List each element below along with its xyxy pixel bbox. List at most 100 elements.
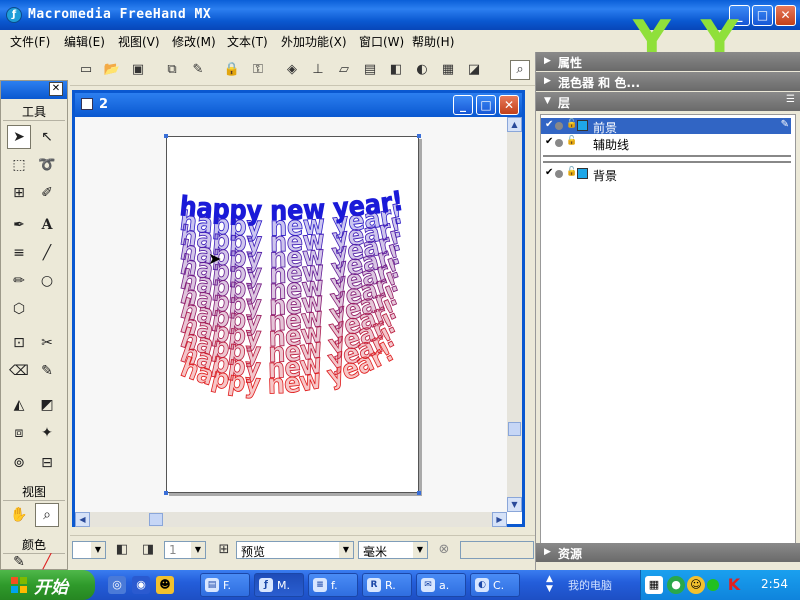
- keyboard-icon[interactable]: ▦: [645, 576, 663, 594]
- visible-check-icon[interactable]: ✔: [545, 136, 553, 147]
- explorer-icon[interactable]: ◎: [108, 576, 126, 594]
- page-nav-dropdown[interactable]: ▼: [72, 541, 106, 559]
- doc-maximize-button[interactable]: □: [476, 95, 496, 115]
- prev-page-icon[interactable]: ◧: [112, 540, 132, 560]
- open-icon[interactable]: 📂: [102, 60, 122, 80]
- pen-tool-icon[interactable]: ✒: [7, 213, 31, 237]
- vertical-scroll-thumb[interactable]: [508, 422, 521, 436]
- export-icon[interactable]: ✎: [188, 60, 208, 80]
- view-mode-dropdown[interactable]: 预览 ▼: [236, 541, 354, 559]
- vertical-scrollbar[interactable]: ▲ ▼: [507, 117, 522, 512]
- cancel-icon[interactable]: ⊗: [434, 540, 454, 560]
- brush-tool-icon[interactable]: ✎: [35, 359, 59, 383]
- graphic-hose-icon[interactable]: ✦: [35, 421, 59, 445]
- layer-color-swatch[interactable]: [577, 168, 588, 179]
- scroll-right-icon[interactable]: ▶: [492, 512, 507, 527]
- menu-file[interactable]: 文件(F): [10, 33, 50, 50]
- antivirus-icon[interactable]: K: [725, 576, 743, 594]
- subselect-tool-icon[interactable]: ↖: [35, 125, 59, 149]
- next-page-icon[interactable]: ◨: [138, 540, 158, 560]
- zoom-tool-icon[interactable]: ⌕: [35, 503, 59, 527]
- status-dot-icon[interactable]: [707, 579, 719, 591]
- lock-icon[interactable]: 🔓: [566, 119, 577, 129]
- menu-text[interactable]: 文本(T): [227, 33, 268, 50]
- page-handle[interactable]: [164, 491, 168, 495]
- doc-close-button[interactable]: ✕: [499, 95, 519, 115]
- mixer-panel-bar[interactable]: ▶ 混色器 和 色...: [536, 72, 800, 91]
- group-icon[interactable]: ◈: [282, 60, 302, 80]
- page-handle[interactable]: [164, 134, 168, 138]
- taskbar-button-realplayer[interactable]: R R.: [362, 573, 412, 597]
- hand-tool-icon[interactable]: ✋: [7, 503, 31, 527]
- horizontal-scroll-thumb[interactable]: [149, 513, 163, 526]
- lock-icon[interactable]: 🔒: [222, 60, 242, 80]
- layer-color-swatch[interactable]: [577, 120, 588, 131]
- import-icon[interactable]: ⧉: [162, 60, 182, 80]
- layer-row-foreground[interactable]: ✔ 🔓 前景 ✎: [541, 118, 791, 135]
- eyedropper-tool-icon[interactable]: ✐: [35, 181, 59, 205]
- taskbar-scroll-icon[interactable]: ▲ ▼: [546, 574, 553, 594]
- layer-row-background[interactable]: ✔ 🔓 背景: [541, 166, 791, 183]
- unlock-icon[interactable]: ⚿: [248, 60, 268, 80]
- taskbar-button-folder[interactable]: ▤ F.: [200, 573, 250, 597]
- add-page-icon[interactable]: ⊞: [214, 540, 234, 560]
- taskbar-button-chat[interactable]: ✉ a.: [416, 573, 466, 597]
- freeform-tool-icon[interactable]: ⊡: [7, 331, 31, 355]
- visible-check-icon[interactable]: ✔: [545, 119, 553, 130]
- scale-tool-icon[interactable]: ⊞: [7, 181, 31, 205]
- blended-text-artwork[interactable]: happy new year!happy new year!happy new …: [167, 137, 420, 494]
- page-number-field[interactable]: 1 ▼: [164, 541, 206, 559]
- taskbar-button-media[interactable]: ◐ C.: [470, 573, 520, 597]
- messenger-icon[interactable]: ●: [667, 576, 685, 594]
- properties-panel-bar[interactable]: ▶ 属性: [536, 52, 800, 71]
- polygon-tool-icon[interactable]: ⬡: [7, 297, 31, 321]
- extrude-tool-icon[interactable]: ◩: [35, 393, 59, 417]
- realplayer-icon[interactable]: ◉: [132, 576, 150, 594]
- envelope-tool-icon[interactable]: ⧈: [7, 421, 31, 445]
- units-dropdown[interactable]: 毫米 ▼: [358, 541, 428, 559]
- scroll-down-icon[interactable]: ▼: [507, 497, 522, 512]
- menu-xtras[interactable]: 外加功能(X): [281, 33, 347, 50]
- chart-tool-icon[interactable]: ⊟: [35, 451, 59, 475]
- scroll-left-icon[interactable]: ◀: [75, 512, 90, 527]
- taskbar-button-freehand[interactable]: ƒ M.: [254, 573, 304, 597]
- palette-icon[interactable]: ◐: [412, 60, 432, 80]
- save-icon[interactable]: ▣: [128, 60, 148, 80]
- ellipse-tool-icon[interactable]: ○: [35, 269, 59, 293]
- transform-icon[interactable]: ▱: [334, 60, 354, 80]
- assets-panel-bar[interactable]: ▶ 资源: [536, 543, 800, 562]
- menu-view[interactable]: 视图(V): [118, 33, 160, 50]
- pencil-tool-icon[interactable]: ✏: [7, 269, 31, 293]
- panel-menu-icon[interactable]: ☰: [786, 94, 795, 105]
- page-handle[interactable]: [417, 134, 421, 138]
- bezigon-tool-icon[interactable]: ≡: [7, 241, 31, 265]
- visible-check-icon[interactable]: ✔: [545, 167, 553, 178]
- smiley-icon[interactable]: ☺: [687, 576, 705, 594]
- find-icon[interactable]: ⌕: [510, 60, 530, 80]
- page[interactable]: happy new year! happy new year! happy new …: [164, 134, 421, 495]
- my-computer-toolbar[interactable]: 我的电脑: [568, 577, 612, 593]
- menu-modify[interactable]: 修改(M): [172, 33, 216, 50]
- menu-window[interactable]: 窗口(W): [359, 33, 404, 50]
- connector-tool-icon[interactable]: ⊚: [7, 451, 31, 475]
- close-icon[interactable]: ✕: [49, 82, 63, 96]
- blend-tool-icon[interactable]: ◭: [7, 393, 31, 417]
- qq-icon[interactable]: ☻: [156, 576, 174, 594]
- lasso-tool-icon[interactable]: ➰: [35, 153, 59, 177]
- scroll-up-icon[interactable]: ▲: [507, 117, 522, 132]
- pointer-tool-icon[interactable]: ➤: [7, 125, 31, 149]
- lock-icon[interactable]: 🔓: [566, 136, 577, 146]
- menu-edit[interactable]: 编辑(E): [64, 33, 105, 50]
- eraser-tool-icon[interactable]: ⌫: [7, 359, 31, 383]
- preview-dot-icon[interactable]: [555, 122, 563, 130]
- menu-help[interactable]: 帮助(H): [412, 33, 454, 50]
- stroke-color-icon[interactable]: ✎: [7, 555, 31, 569]
- swatches-icon[interactable]: ◪: [464, 60, 484, 80]
- preview-dot-icon[interactable]: [555, 139, 563, 147]
- canvas[interactable]: happy new year! happy new year! happy new …: [75, 117, 507, 512]
- layers-icon[interactable]: ◧: [386, 60, 406, 80]
- text-tool-icon[interactable]: A: [35, 213, 59, 237]
- grid-icon[interactable]: ▦: [438, 60, 458, 80]
- horizontal-scrollbar[interactable]: ◀ ▶: [75, 512, 507, 527]
- new-icon[interactable]: ▭: [76, 60, 96, 80]
